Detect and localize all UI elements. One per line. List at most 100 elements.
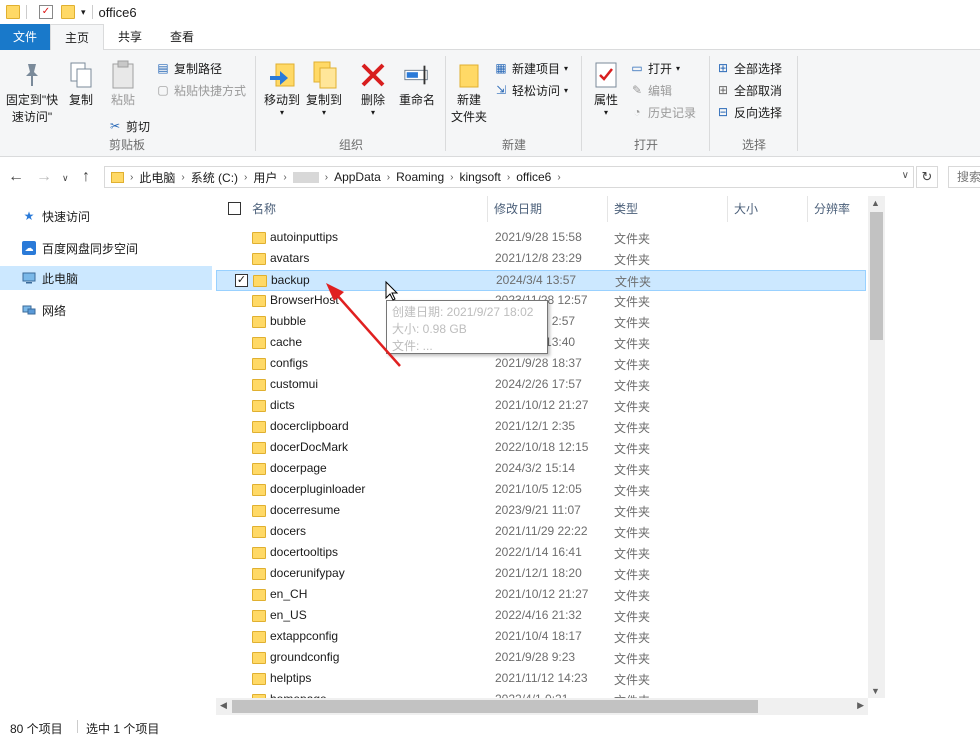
scrollbar-thumb[interactable] [232,700,758,713]
paste-button[interactable]: 粘贴 [106,60,140,109]
file-type: 文件夹 [614,673,651,687]
column-type[interactable]: 类型 [608,196,728,222]
tab-view[interactable]: 查看 [156,24,208,50]
recent-locations-chevron-icon[interactable]: ∨ [62,173,69,184]
scroll-up-arrow-icon[interactable]: ▲ [871,198,880,208]
new-item-button[interactable]: ▦ 新建项目 ▾ [494,58,568,78]
table-row[interactable]: en_US 2022/4/16 21:32 文件夹 [216,606,866,627]
new-folder-quick-icon[interactable] [61,5,75,19]
chevron-right-icon[interactable]: › [507,172,510,183]
breadcrumb-office6[interactable]: office6 [516,170,551,184]
breadcrumb-system-c[interactable]: 系统 (C:) [191,169,238,186]
chevron-right-icon[interactable]: › [557,172,560,183]
row-checkbox[interactable]: ✓ [235,274,248,287]
chevron-right-icon[interactable]: › [283,172,286,183]
breadcrumb-kingsoft[interactable]: kingsoft [460,170,501,184]
tab-share[interactable]: 共享 [104,24,156,50]
scrollbar-thumb[interactable] [870,212,883,340]
column-resolution[interactable]: 分辨率 [808,196,868,222]
table-row[interactable]: docertooltips 2022/1/14 16:41 文件夹 [216,543,866,564]
chevron-right-icon[interactable]: › [181,172,184,183]
table-row[interactable]: configs 2021/9/28 18:37 文件夹 [216,354,866,375]
table-row[interactable]: docerunifypay 2021/12/1 18:20 文件夹 [216,564,866,585]
breadcrumb-roaming[interactable]: Roaming [396,170,444,184]
cloud-icon: ☁ [22,241,36,255]
file-name: configs [270,356,309,370]
address-dropdown-icon[interactable]: ∨ [902,170,909,181]
sidebar-item-quick-access[interactable]: ★ 快速访问 [0,204,212,228]
file-type: 文件夹 [614,400,651,414]
chevron-right-icon[interactable]: › [450,172,453,183]
sidebar-item-network[interactable]: 网络 [0,298,212,322]
table-row[interactable]: customui 2024/2/26 17:57 文件夹 [216,375,866,396]
search-input[interactable]: 搜索 [948,166,980,188]
copy-to-button[interactable]: 复制到 ▾ [304,60,344,117]
table-row[interactable]: docerresume 2023/9/21 11:07 文件夹 [216,501,866,522]
table-row[interactable]: ✓ backup 2024/3/4 13:57 文件夹 [216,270,866,291]
select-none-button[interactable]: ⊞ 全部取消 [716,80,782,100]
copy-button[interactable]: 复制 [64,60,98,109]
select-all-button[interactable]: ⊞ 全部选择 [716,58,782,78]
move-to-button[interactable]: 移动到 ▾ [262,60,302,117]
back-arrow-icon[interactable]: ← [8,168,24,186]
folder-icon [252,631,266,643]
invert-selection-button[interactable]: ⊟ 反向选择 [716,102,782,122]
table-row[interactable]: dicts 2021/10/12 21:27 文件夹 [216,396,866,417]
column-name[interactable]: 名称 [246,196,488,222]
table-row[interactable]: autoinputtips 2021/9/28 15:58 文件夹 [216,228,866,249]
tab-file[interactable]: 文件 [0,24,50,50]
table-row[interactable]: extappconfig 2021/10/4 18:17 文件夹 [216,627,866,648]
paste-shortcut-icon: ▢ [157,83,169,97]
breadcrumb-this-pc[interactable]: 此电脑 [139,169,175,186]
horizontal-scrollbar[interactable]: ◀ ▶ [216,698,868,715]
table-row[interactable]: docerDocMark 2022/10/18 12:15 文件夹 [216,438,866,459]
new-folder-button[interactable]: 新建 文件夹 [448,60,490,126]
table-row[interactable]: docers 2021/11/29 22:22 文件夹 [216,522,866,543]
pin-to-quick-access-button[interactable]: 固定到"快 速访问" [4,60,60,126]
chevron-right-icon[interactable]: › [244,172,247,183]
rename-button[interactable]: 重命名 [396,60,438,109]
vertical-scrollbar[interactable]: ▲ ▼ [868,196,885,698]
quick-access-dropdown-icon[interactable]: ▾ [81,7,86,18]
open-button[interactable]: ▭ 打开 ▾ [630,58,680,78]
table-row[interactable]: helptips 2021/11/12 14:23 文件夹 [216,669,866,690]
edit-button[interactable]: ✎ 编辑 [630,80,672,100]
breadcrumb-username-blurred[interactable] [292,171,319,183]
history-button[interactable]: ◔ 历史记录 [630,102,696,122]
forward-arrow-icon[interactable]: → [36,168,52,186]
cut-button[interactable]: ✂ 剪切 [108,116,150,136]
chevron-right-icon[interactable]: › [387,172,390,183]
scroll-right-arrow-icon[interactable]: ▶ [857,700,864,711]
table-row[interactable]: homepage2022/4/1 0:21文件夹 [216,690,866,698]
select-all-checkbox[interactable] [228,202,241,215]
folder-icon [252,442,266,454]
column-date[interactable]: 修改日期 [488,196,608,222]
table-row[interactable]: en_CH 2021/10/12 21:27 文件夹 [216,585,866,606]
file-date: 2021/12/8 23:29 [495,251,582,265]
scroll-left-arrow-icon[interactable]: ◀ [220,700,227,711]
chevron-right-icon[interactable]: › [130,172,133,183]
copy-path-button[interactable]: ▤ 复制路径 [156,58,222,78]
refresh-icon[interactable]: ↻ [916,166,938,188]
properties-check-icon[interactable]: ✓ [39,5,53,19]
delete-button[interactable]: 删除 ▾ [356,60,390,117]
table-row[interactable]: docerpage 2024/3/2 15:14 文件夹 [216,459,866,480]
folder-icon [6,5,20,19]
properties-button[interactable]: 属性 ▾ [588,60,624,117]
table-row[interactable]: avatars 2021/12/8 23:29 文件夹 [216,249,866,270]
breadcrumb-users[interactable]: 用户 [253,169,277,186]
address-bar[interactable]: › 此电脑 › 系统 (C:) › 用户 › › AppData › Roami… [104,166,914,188]
table-row[interactable]: docerclipboard 2021/12/1 2:35 文件夹 [216,417,866,438]
table-row[interactable]: groundconfig 2021/9/28 9:23 文件夹 [216,648,866,669]
sidebar-item-this-pc[interactable]: 此电脑 [0,266,212,290]
sidebar-item-baidu-sync[interactable]: ☁ 百度网盘同步空间 [0,236,212,260]
breadcrumb-appdata[interactable]: AppData [334,170,381,184]
column-size[interactable]: 大小 [728,196,808,222]
chevron-right-icon[interactable]: › [325,172,328,183]
tab-home[interactable]: 主页 [50,24,105,51]
table-row[interactable]: docerpluginloader 2021/10/5 12:05 文件夹 [216,480,866,501]
paste-shortcut-button[interactable]: ▢ 粘贴快捷方式 [156,80,246,100]
scroll-down-arrow-icon[interactable]: ▼ [871,686,880,696]
easy-access-button[interactable]: ⇲ 轻松访问 ▾ [494,80,568,100]
up-arrow-icon[interactable]: ↑ [82,168,90,186]
